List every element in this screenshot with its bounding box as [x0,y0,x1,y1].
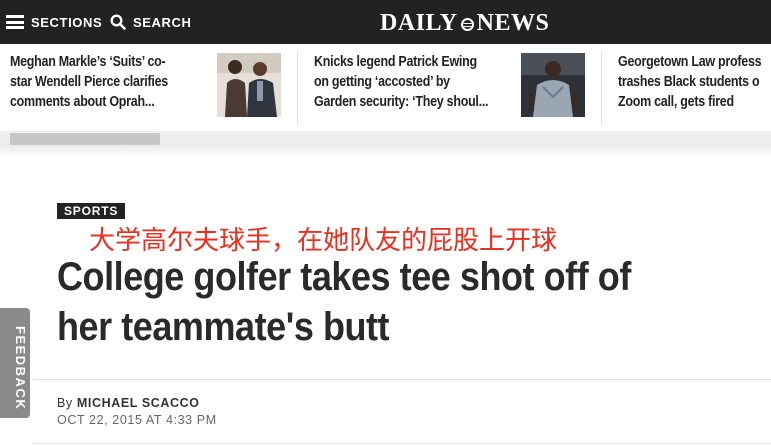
trending-strip: Meghan Markle’s ‘Suits’ co- star Wendell… [0,44,771,131]
trending-story-title: Georgetown Law profess trashes Black stu… [618,54,762,110]
divider [33,443,771,444]
trending-scrollbar-thumb[interactable] [10,133,160,145]
author-link[interactable]: MICHAEL SCACCO [77,396,200,410]
card-divider [297,52,298,124]
trending-story-title: Knicks legend Patrick Ewing on getting ‘… [314,54,489,110]
divider [33,379,771,380]
trending-story-title: Meghan Markle’s ‘Suits’ co- star Wendell… [10,54,168,110]
sections-label: SECTIONS [31,14,103,30]
trending-thumbnail-2[interactable] [521,53,585,117]
search-icon [110,14,126,30]
article-headline: College golfer takes tee shot off of her… [57,255,631,349]
byline: By MICHAEL SCACCO [57,396,200,410]
publish-date: OCT 22, 2015 AT 4:33 PM [57,413,217,427]
photo-thumbnail [521,53,585,117]
top-nav-bar: SECTIONS SEARCH DAILY NEWS [0,0,771,44]
byline-prefix: By [57,396,73,410]
logo-text-daily: DAILY [380,9,458,36]
section-tag-sports[interactable]: SPORTS [57,203,126,219]
logo-text-news: NEWS [476,9,550,36]
trending-thumbnail-1[interactable] [217,53,281,117]
feedback-tab[interactable]: FEEDBACK [0,308,30,418]
trending-story-2[interactable]: Knicks legend Patrick Ewing on getting ‘… [314,52,517,124]
globe-icon [460,17,474,31]
sections-menu-button[interactable]: SECTIONS [6,0,102,44]
strip-shadow [0,145,771,157]
trending-story-3[interactable]: Georgetown Law profess trashes Black stu… [618,52,771,124]
search-label: SEARCH [133,14,192,30]
daily-news-logo[interactable]: DAILY NEWS [380,9,549,37]
card-divider [601,52,602,124]
hamburger-icon [6,15,24,29]
trending-story-1[interactable]: Meghan Markle’s ‘Suits’ co- star Wendell… [10,52,194,124]
feedback-label: FEEDBACK [13,326,28,411]
photo-thumbnail [217,53,281,117]
search-button[interactable]: SEARCH [110,0,192,44]
